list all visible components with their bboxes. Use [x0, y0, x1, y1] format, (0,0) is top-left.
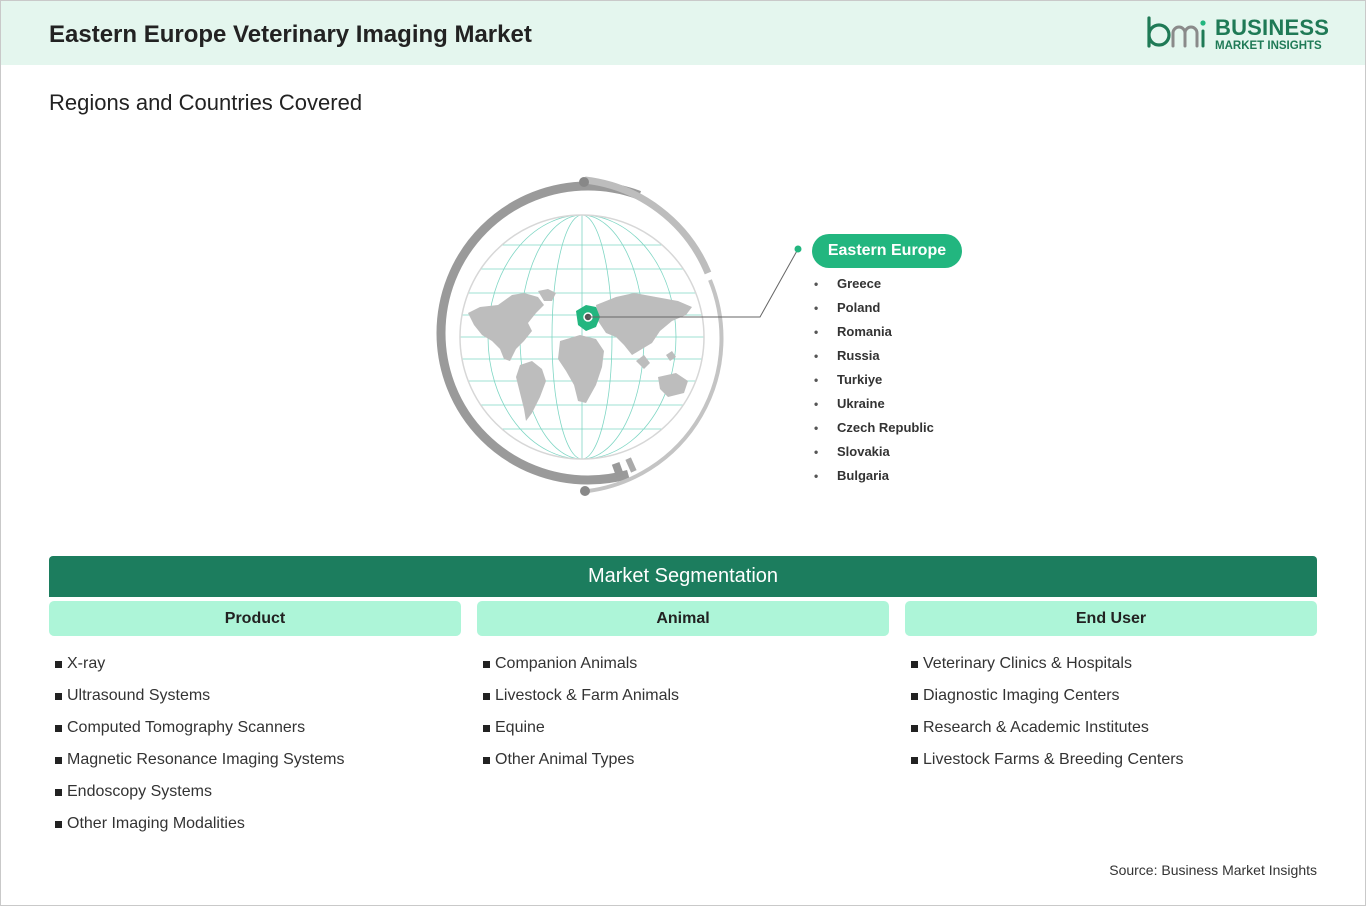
segment-item: Livestock & Farm Animals [477, 686, 889, 718]
segment-item: Other Animal Types [477, 750, 889, 782]
segment-heading: Animal [477, 601, 889, 636]
segment-item: Companion Animals [477, 654, 889, 686]
country-item: Ukraine [812, 394, 934, 418]
market-segmentation-banner: Market Segmentation [49, 556, 1317, 597]
bmi-logo-icon [1147, 16, 1206, 48]
segment-column-product: Product X-ray Ultrasound Systems Compute… [49, 601, 461, 846]
segment-heading: Product [49, 601, 461, 636]
header-bar: Eastern Europe Veterinary Imaging Market… [1, 1, 1365, 65]
country-item: Bulgaria [812, 466, 934, 490]
regions-section-title: Regions and Countries Covered [49, 90, 363, 115]
page-title: Eastern Europe Veterinary Imaging Market [49, 21, 532, 48]
segment-item: Ultrasound Systems [49, 686, 461, 718]
arc-end-dot-top [579, 177, 589, 187]
country-item: Turkiye [812, 370, 934, 394]
country-item: Greece [812, 274, 934, 298]
logo-line1: BUSINESS [1215, 15, 1330, 40]
leader-end-dot [794, 245, 802, 253]
segment-item: Research & Academic Institutes [905, 718, 1317, 750]
company-logo: BUSINESS MARKET INSIGHTS [1146, 15, 1330, 55]
segment-item: Livestock Farms & Breeding Centers [905, 750, 1317, 782]
region-label-eastern-europe: Eastern Europe [812, 234, 962, 268]
segment-heading: End User [905, 601, 1317, 636]
segment-item: Equine [477, 718, 889, 750]
country-item: Russia [812, 346, 934, 370]
segment-item: Magnetic Resonance Imaging Systems [49, 750, 461, 782]
country-item: Czech Republic [812, 418, 934, 442]
arc-end-dot-bottom [580, 486, 590, 496]
country-item: Poland [812, 298, 934, 322]
segment-column-animal: Animal Companion Animals Livestock & Far… [477, 601, 889, 782]
country-item: Slovakia [812, 442, 934, 466]
logo-line2: MARKET INSIGHTS [1215, 40, 1322, 52]
segment-item: Other Imaging Modalities [49, 814, 461, 846]
segment-item: Computed Tomography Scanners [49, 718, 461, 750]
segment-item: Diagnostic Imaging Centers [905, 686, 1317, 718]
segment-item: Veterinary Clinics & Hospitals [905, 654, 1317, 686]
segment-item: X-ray [49, 654, 461, 686]
segment-item: Endoscopy Systems [49, 782, 461, 814]
globe-arc-top [584, 176, 712, 275]
segment-column-end-user: End User Veterinary Clinics & Hospitals … [905, 601, 1317, 782]
source-note: Source: Business Market Insights [1109, 862, 1317, 878]
country-item: Romania [812, 322, 934, 346]
country-list: Greece Poland Romania Russia Turkiye Ukr… [812, 274, 934, 490]
